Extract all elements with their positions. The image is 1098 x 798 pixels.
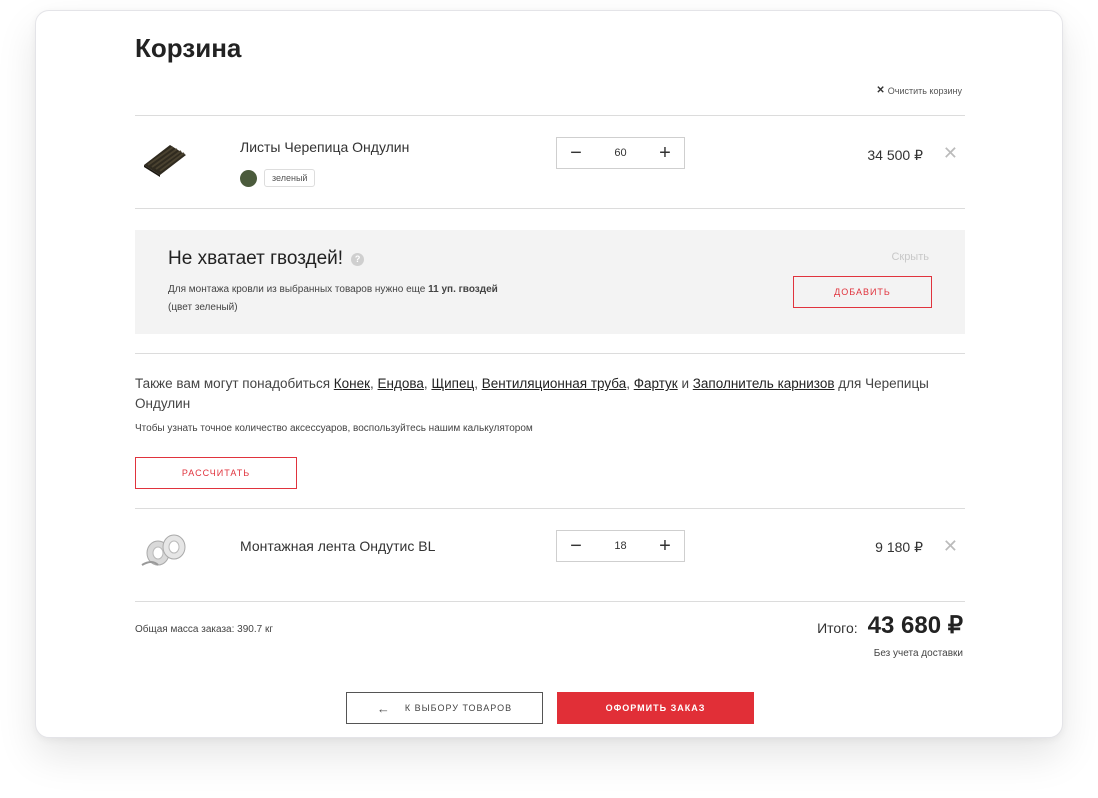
color-info: зеленый bbox=[240, 169, 316, 187]
delivery-note: Без учета доставки bbox=[873, 648, 963, 659]
link-fartuk[interactable]: Фартук bbox=[634, 376, 678, 391]
cart-card: Корзина ✕ Очистить корзину Листы Черепиц… bbox=[35, 10, 1063, 738]
nails-text-bold: 11 уп. гвоздей bbox=[428, 284, 498, 295]
close-icon: ✕ bbox=[942, 536, 958, 556]
divider bbox=[135, 601, 965, 602]
product-name: Листы Черепица Ондулин bbox=[240, 139, 410, 155]
remove-item-button[interactable]: ✕ bbox=[943, 536, 958, 557]
order-weight-value: 390.7 кг bbox=[237, 624, 273, 635]
calculate-button[interactable]: РАССЧИТАТЬ bbox=[135, 457, 297, 489]
nails-text-line2: (цвет зеленый) bbox=[168, 302, 238, 313]
color-tag: зеленый bbox=[264, 169, 316, 187]
roof-sheet-image bbox=[144, 145, 186, 177]
order-weight-label: Общая масса заказа: bbox=[135, 624, 235, 635]
nails-notice: Не хватает гвоздей! ? Для монтажа кровли… bbox=[135, 230, 965, 334]
minus-button[interactable]: − bbox=[567, 536, 585, 556]
link-vent-pipe[interactable]: Вентиляционная труба bbox=[482, 376, 627, 391]
back-to-catalog-button[interactable]: ← К ВЫБОРУ ТОВАРОВ bbox=[346, 692, 543, 724]
link-eaves-filler[interactable]: Заполнитель карнизов bbox=[693, 376, 835, 391]
back-label: К ВЫБОРУ ТОВАРОВ bbox=[404, 703, 513, 713]
arrow-left-icon: ← bbox=[376, 700, 391, 716]
checkout-button[interactable]: ОФОРМИТЬ ЗАКАЗ bbox=[557, 692, 754, 724]
nails-text-pre: Для монтажа кровли из выбранных товаров … bbox=[168, 284, 429, 295]
divider bbox=[135, 508, 965, 509]
link-konek[interactable]: Конек bbox=[334, 376, 370, 391]
product-name: Монтажная лента Ондутис BL bbox=[240, 538, 436, 554]
calculator-note: Чтобы узнать точное количество аксессуар… bbox=[135, 423, 533, 434]
quantity-value[interactable]: 18 bbox=[614, 540, 626, 552]
link-endova[interactable]: Ендова bbox=[378, 376, 424, 391]
quantity-stepper: − 60 + bbox=[556, 137, 685, 169]
link-shchipets[interactable]: Щипец bbox=[431, 376, 474, 391]
plus-button[interactable]: + bbox=[656, 536, 674, 556]
page-title: Корзина bbox=[135, 33, 242, 63]
clear-cart-label: Очистить корзину bbox=[887, 85, 962, 96]
total-label: Итого: bbox=[817, 620, 858, 636]
item-price: 9 180 ₽ bbox=[875, 539, 923, 555]
item-price: 34 500 ₽ bbox=[867, 147, 923, 163]
close-icon: ✕ bbox=[876, 85, 885, 96]
accessories-text: Также вам могут понадобиться Конек, Ендо… bbox=[135, 376, 929, 411]
divider bbox=[135, 115, 965, 116]
order-total: Итого: 43 680 ₽ bbox=[817, 611, 963, 640]
question-icon[interactable]: ? bbox=[351, 252, 365, 266]
quantity-value[interactable]: 60 bbox=[614, 147, 626, 159]
nails-heading: Не хватает гвоздей! ? bbox=[168, 248, 365, 270]
clear-cart-button[interactable]: ✕ Очистить корзину bbox=[876, 85, 962, 96]
remove-item-button[interactable]: ✕ bbox=[943, 143, 958, 164]
nails-text: Для монтажа кровли из выбранных товаров … bbox=[168, 281, 498, 317]
color-swatch bbox=[240, 169, 257, 187]
divider bbox=[135, 353, 965, 354]
minus-button[interactable]: − bbox=[567, 143, 585, 163]
total-value: 43 680 ₽ bbox=[867, 612, 963, 639]
tape-rolls-image bbox=[141, 534, 186, 566]
hide-button[interactable]: Скрыть bbox=[891, 251, 929, 263]
close-icon: ✕ bbox=[942, 143, 958, 163]
nails-heading-text: Не хватает гвоздей! bbox=[168, 248, 344, 269]
quantity-stepper: − 18 + bbox=[556, 530, 685, 562]
order-weight: Общая масса заказа: 390.7 кг bbox=[135, 624, 273, 635]
add-nails-button[interactable]: ДОБАВИТЬ bbox=[793, 276, 932, 308]
plus-button[interactable]: + bbox=[656, 143, 674, 163]
divider bbox=[135, 208, 965, 209]
and-word: и bbox=[677, 376, 693, 391]
accessories-intro: Также вам могут понадобиться bbox=[135, 376, 334, 391]
